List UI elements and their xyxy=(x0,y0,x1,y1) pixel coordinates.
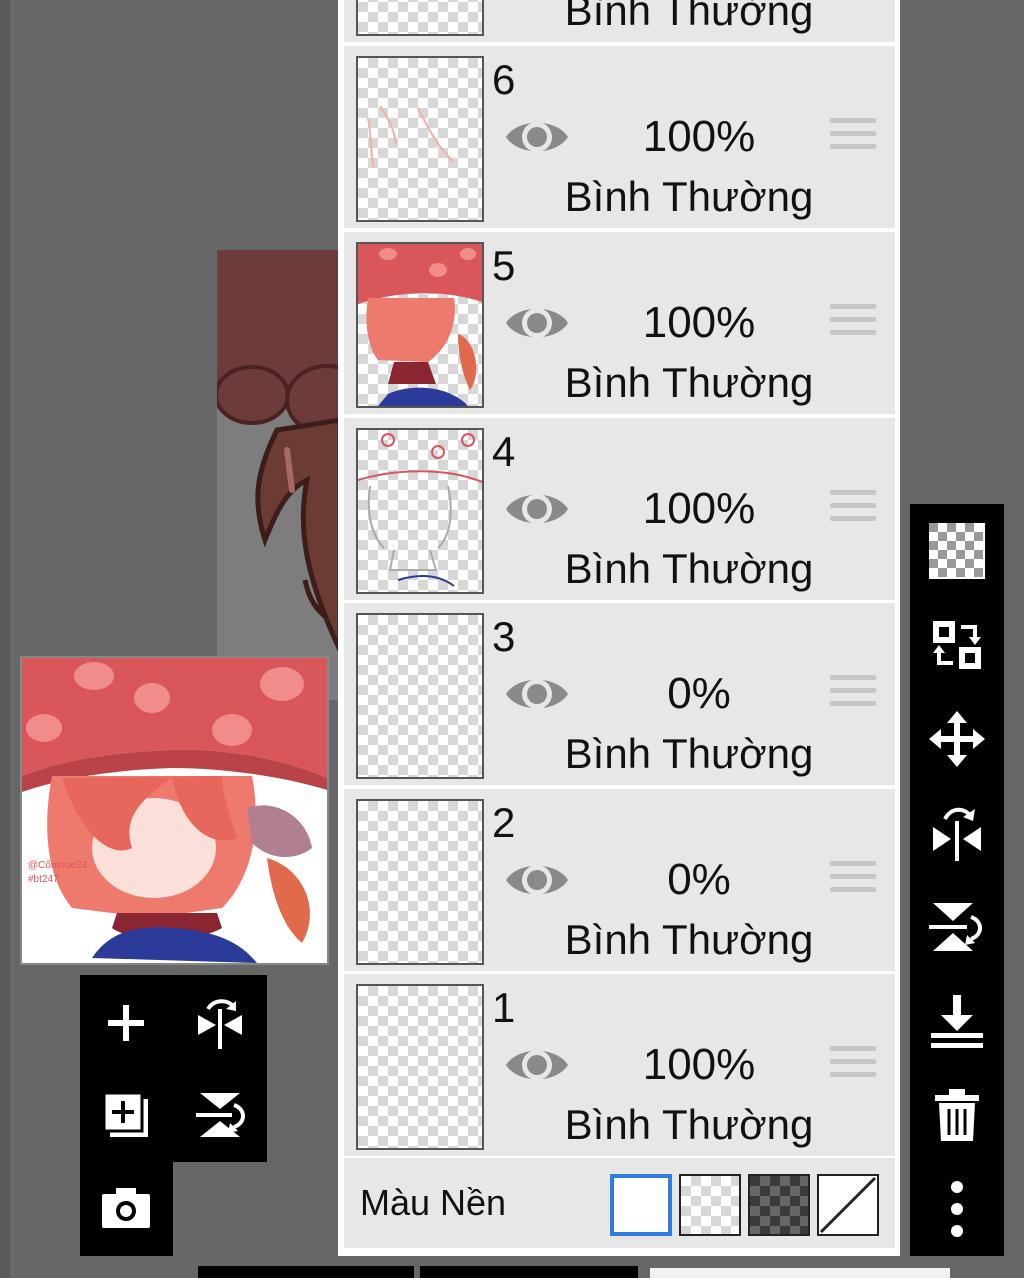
bottom-toolbar[interactable] xyxy=(198,1266,638,1278)
blend-mode[interactable]: Bình Thường xyxy=(504,172,874,222)
add-layer-icon xyxy=(108,1005,144,1041)
delete-layer-button[interactable] xyxy=(910,1068,1004,1162)
visibility-eye-icon[interactable] xyxy=(504,1042,570,1088)
drag-handle-icon[interactable] xyxy=(830,675,876,715)
layer-row-5[interactable]: 5 100% Bình Thường xyxy=(344,232,895,414)
drag-handle-icon[interactable] xyxy=(830,490,876,530)
drag-handle-icon[interactable] xyxy=(830,1046,876,1086)
import-photo-button[interactable] xyxy=(86,1168,166,1248)
flip-layer-horizontal-button[interactable] xyxy=(180,983,260,1063)
background-color-row: Màu Nền xyxy=(344,1158,895,1248)
blend-mode[interactable]: Bình Thường xyxy=(504,1100,874,1150)
layer-tools-panel xyxy=(80,975,267,1162)
flip-horizontal-icon xyxy=(198,999,242,1049)
layer-number: 6 xyxy=(492,56,516,103)
camera-icon xyxy=(102,1188,150,1228)
flip-horizontal-icon xyxy=(933,807,981,861)
more-options-button[interactable] xyxy=(910,1162,1004,1256)
bg-swatch-white[interactable] xyxy=(610,1174,672,1236)
visibility-eye-icon[interactable] xyxy=(504,486,570,532)
visibility-eye-icon[interactable] xyxy=(504,857,570,903)
layer-thumbnail[interactable] xyxy=(356,428,484,594)
merge-down-button[interactable] xyxy=(910,974,1004,1068)
more-icon xyxy=(951,1181,963,1237)
background-color-label: Màu Nền xyxy=(360,1182,507,1223)
flip-vertical-button[interactable] xyxy=(910,880,1004,974)
layer-opacity[interactable]: 100% xyxy=(584,1040,814,1090)
window-edge xyxy=(0,0,10,1278)
layer-number: 2 xyxy=(492,799,516,846)
swap-layer-button[interactable] xyxy=(910,598,1004,692)
layer-row-3[interactable]: 3 0% Bình Thường xyxy=(344,603,895,785)
layer-opacity[interactable]: 0% xyxy=(584,669,814,719)
visibility-eye-icon[interactable] xyxy=(504,671,570,717)
layer-number: 4 xyxy=(492,428,516,475)
blend-mode[interactable]: Bình Thường xyxy=(504,915,874,965)
move-icon xyxy=(929,711,985,767)
svg-text:@Cốmnoe23: @Cốmnoe23 xyxy=(28,859,88,871)
layer-row-6[interactable]: 6 100% Bình Thường xyxy=(344,46,895,228)
layer-thumbnail[interactable] xyxy=(356,984,484,1150)
layer-row-1[interactable]: 1 100% Bình Thường xyxy=(344,974,895,1156)
layer-thumbnail[interactable] xyxy=(356,242,484,408)
layer-thumbnail[interactable] xyxy=(356,56,484,222)
bottom-input-field[interactable] xyxy=(650,1268,950,1278)
canvas-artwork[interactable] xyxy=(217,250,340,700)
flip-layer-vertical-button[interactable] xyxy=(180,1075,260,1155)
right-toolbar xyxy=(910,504,1004,1256)
bg-swatch-transparent[interactable] xyxy=(679,1174,741,1236)
layer-opacity[interactable]: 100% xyxy=(584,298,814,348)
trash-icon xyxy=(935,1089,979,1141)
transparency-button[interactable] xyxy=(910,504,1004,598)
layer-thumbnail[interactable] xyxy=(356,0,484,36)
drag-handle-icon[interactable] xyxy=(830,304,876,344)
duplicate-layer-button[interactable] xyxy=(86,1075,166,1155)
camera-tools-panel xyxy=(80,1162,173,1256)
layer-row-2[interactable]: 2 0% Bình Thường xyxy=(344,789,895,971)
blend-mode[interactable]: Bình Thường xyxy=(504,729,874,779)
layer-number: 1 xyxy=(492,984,516,1031)
blend-mode[interactable]: Bình Thường xyxy=(504,358,874,408)
drag-handle-icon[interactable] xyxy=(830,118,876,158)
layer-row-4[interactable]: 4 100% Bình Thường xyxy=(344,418,895,600)
flip-vertical-icon xyxy=(196,1093,245,1137)
layer-thumbnail[interactable] xyxy=(356,613,484,779)
bg-swatch-dark-checker[interactable] xyxy=(748,1174,810,1236)
visibility-eye-icon[interactable] xyxy=(504,114,570,160)
flip-horizontal-button[interactable] xyxy=(910,786,1004,880)
flip-vertical-icon xyxy=(929,903,982,951)
canvas-preview[interactable]: @Cốmnoe23 #bt247 xyxy=(20,656,329,965)
drag-handle-icon[interactable] xyxy=(830,861,876,901)
svg-text:#bt247: #bt247 xyxy=(28,874,59,885)
visibility-eye-icon[interactable] xyxy=(504,300,570,346)
layer-number: 5 xyxy=(492,242,516,289)
merge-down-icon xyxy=(931,995,983,1048)
swap-layer-icon xyxy=(933,621,981,669)
layer-opacity[interactable]: 100% xyxy=(584,484,814,534)
layers-panel: Bình Thường 6 100% Bình Thường 5 100% Bì… xyxy=(338,0,900,1256)
layer-thumbnail[interactable] xyxy=(356,799,484,965)
blend-mode[interactable]: Bình Thường xyxy=(504,544,874,594)
add-layer-button[interactable] xyxy=(86,983,166,1063)
blend-mode[interactable]: Bình Thường xyxy=(504,0,874,36)
duplicate-layer-icon xyxy=(102,1091,148,1137)
move-layer-button[interactable] xyxy=(910,692,1004,786)
layer-row[interactable]: Bình Thường xyxy=(344,0,895,42)
bg-swatch-none[interactable] xyxy=(817,1174,879,1236)
layer-number: 3 xyxy=(492,613,516,660)
transparency-checker-icon xyxy=(929,523,985,579)
layer-opacity[interactable]: 100% xyxy=(584,112,814,162)
layer-opacity[interactable]: 0% xyxy=(584,855,814,905)
